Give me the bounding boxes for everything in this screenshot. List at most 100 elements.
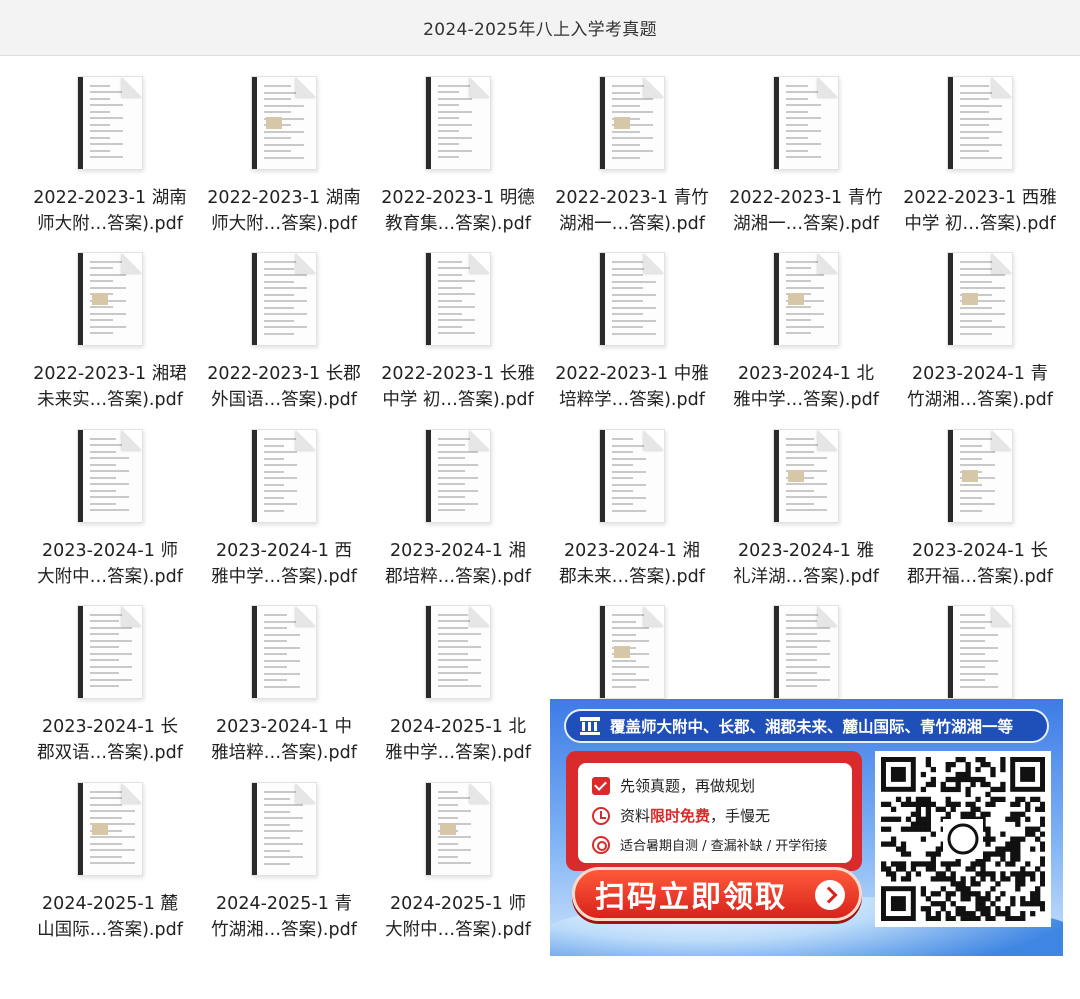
file-item[interactable]: 2022-2023-1 湖南 师大附…答案).pdf	[23, 76, 197, 246]
qr-module	[1040, 856, 1045, 862]
file-name: 2023-2024-1 雅礼洋湖…答案).pdf	[719, 538, 893, 590]
qr-module	[935, 891, 941, 897]
file-item[interactable]: 2022-2023-1 湘珺 未来实…答案).pdf	[23, 252, 197, 422]
file-item[interactable]: 2024-2025-1 麓山国际…答案).pdf	[23, 782, 197, 952]
thumbnail-text-line	[786, 326, 824, 328]
file-item[interactable]: 2023-2024-1 中雅培粹…答案).pdf	[197, 605, 371, 775]
claim-button[interactable]: 扫码立即领取	[572, 867, 862, 921]
file-item[interactable]: 2022-2023-1 长郡 外国语…答案).pdf	[197, 252, 371, 422]
qr-module	[960, 757, 966, 763]
file-item[interactable]: 2023-2024-1 湘郡培粹…答案).pdf	[371, 429, 545, 599]
qr-module	[1010, 816, 1016, 822]
qr-module	[970, 806, 976, 812]
file-item[interactable]: 2023-2024-1 北雅中学…答案).pdf	[719, 252, 893, 422]
file-item[interactable]: 2022-2023-1 长雅 中学 初…答案).pdf	[371, 252, 545, 422]
qr-module	[1005, 911, 1011, 917]
qr-module	[955, 906, 961, 912]
thumbnail-text-line	[438, 477, 478, 479]
thumbnail-text-line	[264, 490, 297, 492]
qr-module	[915, 801, 922, 807]
qr-module	[995, 846, 1001, 852]
qr-module	[975, 891, 981, 897]
qr-module	[990, 766, 996, 773]
file-item[interactable]: 2023-2024-1 长郡双语…答案).pdf	[23, 605, 197, 775]
thumbnail-text-line	[90, 85, 110, 87]
qr-module	[1025, 831, 1031, 837]
file-name-line-2: 师大附…答案).pdf	[37, 214, 183, 234]
qr-module	[1020, 911, 1026, 917]
qr-module	[885, 871, 892, 877]
qr-module	[885, 841, 892, 847]
file-item[interactable]: 2023-2024-1 青竹湖湘…答案).pdf	[893, 252, 1067, 422]
file-item[interactable]: 2022-2023-1 青竹 湖湘一…答案).pdf	[545, 76, 719, 246]
qr-module	[955, 881, 961, 887]
thumbnail-text-line	[90, 464, 116, 466]
thumbnail-text-line	[264, 614, 287, 616]
thumbnail-text-line	[90, 267, 113, 269]
thumbnail-text-line	[960, 445, 982, 447]
qr-module	[1040, 861, 1045, 867]
file-name-line-1: 2023-2024-1 长	[42, 717, 178, 737]
thumbnail-text-line	[438, 836, 471, 838]
file-item[interactable]: 2022-2023-1 西雅 中学 初…答案).pdf	[893, 76, 1067, 246]
binder-spine	[252, 253, 257, 345]
file-item[interactable]: 2022-2023-1 明德 教育集…答案).pdf	[371, 76, 545, 246]
file-item[interactable]: 2024-2025-1 师大附中…答案).pdf	[371, 782, 545, 952]
qr-module	[1005, 861, 1011, 867]
thumbnail-text-line	[438, 496, 465, 498]
claim-button-label: 扫码立即领取	[595, 880, 787, 915]
file-item[interactable]: 2023-2024-1 湘郡未来…答案).pdf	[545, 429, 719, 599]
qr-module	[970, 781, 976, 788]
file-item[interactable]: 2024-2025-1 青竹湖湘…答案).pdf	[197, 782, 371, 952]
thumbnail-text-line	[786, 156, 821, 158]
thumbnail-figure	[440, 823, 456, 835]
qr-module	[905, 801, 912, 807]
thumbnail-text-line	[264, 497, 284, 499]
benefit-item-3: 适合暑期自测 / 查漏补缺 / 开学衔接	[592, 835, 827, 854]
file-name-line-1: 2022-2023-1 明德	[381, 188, 535, 208]
thumbnail-text-line	[264, 105, 304, 107]
qr-module	[975, 861, 981, 867]
thumbnail-text-line	[786, 457, 827, 459]
file-item[interactable]: 2022-2023-1 青竹 湖湘一…答案).pdf	[719, 76, 893, 246]
pdf-thumbnail-icon	[773, 605, 839, 699]
qr-module	[925, 916, 931, 921]
file-name-line-1: 2023-2024-1 雅	[738, 541, 874, 561]
qr-module	[970, 866, 976, 872]
binder-spine	[948, 77, 953, 169]
promo-banner[interactable]: 覆盖师大附中、长郡、湘郡未来、麓山国际、青竹湖湘一等 先领真题，再做规划 资料 …	[550, 699, 1063, 956]
thumbnail-text-line	[786, 130, 821, 132]
file-item[interactable]: 2023-2024-1 长郡开福…答案).pdf	[893, 429, 1067, 599]
thumbnail-text-line	[90, 104, 123, 106]
pdf-thumbnail-icon	[599, 605, 665, 699]
pdf-thumbnail-icon	[425, 605, 491, 699]
file-item[interactable]: 2023-2024-1 师大附中…答案).pdf	[23, 429, 197, 599]
qr-module	[895, 846, 902, 852]
qr-module	[881, 816, 887, 822]
file-item[interactable]: 2023-2024-1 西雅中学…答案).pdf	[197, 429, 371, 599]
file-name: 2023-2024-1 湘郡未来…答案).pdf	[545, 538, 719, 590]
file-item[interactable]: 2022-2023-1 中雅 培粹学…答案).pdf	[545, 252, 719, 422]
qr-module	[995, 796, 1001, 803]
thumbnail-text-line	[90, 672, 119, 674]
thumbnail-text-line	[960, 313, 1005, 315]
qr-module	[925, 816, 931, 822]
thumbnail-text-line	[960, 673, 998, 675]
file-item[interactable]: 2022-2023-1 湖南 师大附…答案).pdf	[197, 76, 371, 246]
file-name-line-2: 大附中…答案).pdf	[37, 567, 183, 587]
qr-module	[920, 821, 927, 827]
qr-module	[985, 761, 991, 768]
thumbnail-text-line	[90, 150, 110, 152]
file-name-line-2: 中学 初…答案).pdf	[382, 390, 534, 410]
qr-module	[920, 861, 927, 867]
file-item[interactable]: 2023-2024-1 雅礼洋湖…答案).pdf	[719, 429, 893, 599]
qr-module	[925, 861, 931, 867]
qr-module	[1005, 876, 1011, 882]
thumbnail-text-line	[90, 509, 129, 511]
file-name-line-1: 2023-2024-1 青	[912, 364, 1048, 384]
thumbnail-text-line	[90, 843, 122, 845]
qr-module	[920, 906, 927, 912]
qr-module	[1015, 821, 1021, 827]
file-item[interactable]: 2024-2025-1 北雅中学…答案).pdf	[371, 605, 545, 775]
qr-module	[935, 901, 941, 907]
